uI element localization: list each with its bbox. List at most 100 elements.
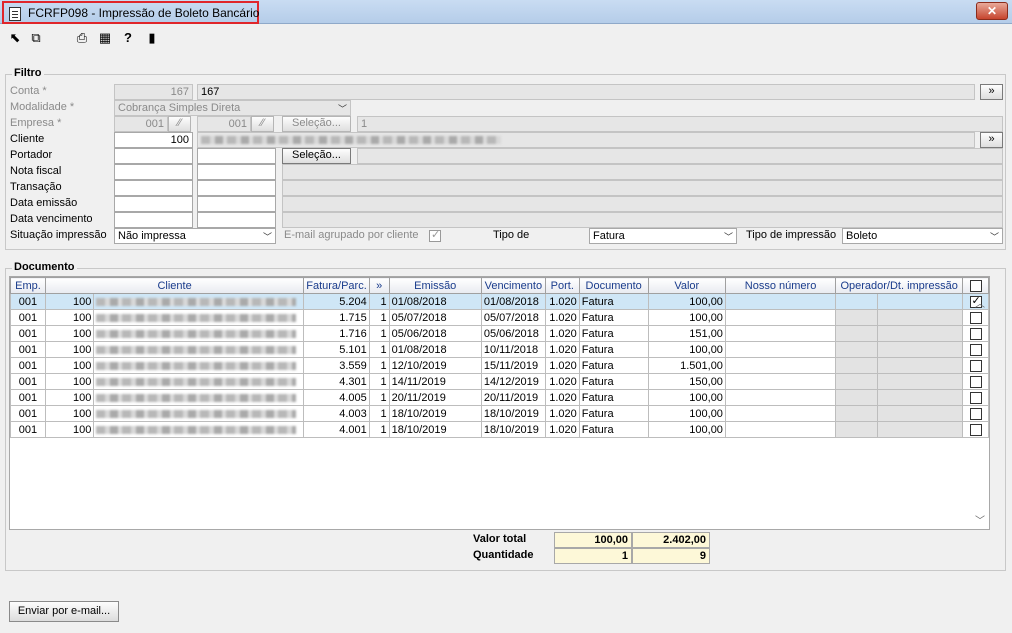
cell-nosso-numero	[724, 421, 837, 438]
cell-documento: Fatura	[578, 357, 649, 374]
table-row[interactable]: 001 100 5.101 1 01/08/2018 10/11/2018 1.…	[10, 341, 989, 358]
arrow-out-icon[interactable]: ⬉	[7, 30, 23, 46]
cell-cliente-name	[93, 389, 305, 406]
table-row[interactable]: 001 100 5.204 1 01/08/2018 01/08/2018 1.…	[10, 293, 989, 310]
cell-dt-impressao	[877, 341, 964, 358]
help-icon[interactable]: ?	[120, 30, 136, 46]
conta-more-button[interactable]: »	[980, 84, 1003, 100]
nota-fiscal-desc-field	[282, 164, 1003, 180]
redacted-text	[96, 377, 297, 386]
cliente-name-field	[197, 132, 975, 148]
cell-nosso-numero	[724, 309, 837, 326]
cell-port: 1.020	[544, 357, 580, 374]
cell-cliente-name	[93, 325, 305, 342]
col-emp[interactable]: Emp.	[10, 277, 46, 294]
cell-valor: 100,00	[647, 293, 726, 310]
col-expand[interactable]: »	[368, 277, 390, 294]
copy-icon[interactable]: ⧉	[28, 30, 44, 46]
redacted-text	[96, 361, 297, 370]
col-nosso-numero[interactable]: Nosso número	[724, 277, 837, 294]
cell-valor: 100,00	[647, 421, 726, 438]
data-emissao-label: Data emissão	[10, 197, 78, 209]
nota-fiscal-to-field[interactable]	[197, 164, 276, 180]
cell-dt-impressao	[877, 325, 964, 342]
cell-dt-impressao	[877, 421, 964, 438]
toolbar: ⬉ ⧉ ⎙ ▦ ? ▮	[0, 28, 1012, 50]
cliente-more-button[interactable]: »	[980, 132, 1003, 148]
cell-nosso-numero	[724, 405, 837, 422]
nota-fiscal-from-field[interactable]	[114, 164, 193, 180]
cell-operador	[835, 293, 879, 310]
col-fatura[interactable]: Fatura/Parc.	[303, 277, 370, 294]
tipo-de-select[interactable]: Fatura ﹀	[589, 228, 737, 244]
table-row[interactable]: 001 100 4.001 1 18/10/2019 18/10/2019 1.…	[10, 421, 989, 438]
transacao-desc-field	[282, 180, 1003, 196]
portador-selecao-button[interactable]: Seleção...	[282, 148, 351, 164]
grid-icon[interactable]: ▦	[97, 30, 113, 46]
col-documento[interactable]: Documento	[578, 277, 649, 294]
conta-label: Conta *	[10, 85, 47, 97]
cell-nosso-numero	[724, 341, 837, 358]
scroll-up-icon[interactable]: ︿	[975, 295, 985, 310]
cell-vencimento: 05/07/2018	[480, 309, 546, 326]
cell-dt-impressao	[877, 373, 964, 390]
cell-emissao: 14/11/2019	[388, 373, 482, 390]
cell-cliente-name	[93, 405, 305, 422]
transacao-from-field[interactable]	[114, 180, 193, 196]
situacao-select[interactable]: Não impressa ﹀	[114, 228, 276, 244]
cell-dt-impressao	[877, 357, 964, 374]
col-cliente[interactable]: Cliente	[44, 277, 305, 294]
data-emissao-to-field[interactable]	[197, 196, 276, 212]
send-email-button[interactable]: Enviar por e-mail...	[9, 601, 119, 622]
table-row[interactable]: 001 100 1.715 1 05/07/2018 05/07/2018 1.…	[10, 309, 989, 326]
cell-emissao: 05/07/2018	[388, 309, 482, 326]
data-vencimento-from-field[interactable]	[114, 212, 193, 228]
table-row[interactable]: 001 100 3.559 1 12/10/2019 15/11/2019 1.…	[10, 357, 989, 374]
cell-vencimento: 18/10/2019	[480, 421, 546, 438]
cell-emissao: 12/10/2019	[388, 357, 482, 374]
data-emissao-from-field[interactable]	[114, 196, 193, 212]
transacao-to-field[interactable]	[197, 180, 276, 196]
tipo-impressao-select[interactable]: Boleto ﹀	[842, 228, 1003, 244]
documents-table: Emp. Cliente Fatura/Parc. » Emissão Venc…	[10, 277, 989, 438]
cell-port: 1.020	[544, 389, 580, 406]
col-vencimento[interactable]: Vencimento	[480, 277, 546, 294]
col-select-all[interactable]	[962, 277, 989, 294]
table-row[interactable]: 001 100 4.003 1 18/10/2019 18/10/2019 1.…	[10, 405, 989, 422]
col-valor[interactable]: Valor	[647, 277, 726, 294]
valor-total-label: Valor total	[473, 533, 527, 545]
print-icon[interactable]: ⎙	[74, 30, 90, 46]
close-button[interactable]: ✕	[976, 2, 1008, 20]
col-port[interactable]: Port.	[544, 277, 580, 294]
cell-fatura: 4.005	[303, 389, 370, 406]
empresa-selecao-button: Seleção...	[282, 116, 351, 132]
cell-fatura: 3.559	[303, 357, 370, 374]
cell-dt-impressao	[877, 389, 964, 406]
portador-to-field[interactable]	[197, 148, 276, 164]
redacted-text	[96, 393, 297, 402]
cell-vencimento: 20/11/2019	[480, 389, 546, 406]
cell-fatura: 1.715	[303, 309, 370, 326]
cell-parc: 1	[368, 373, 390, 390]
cell-documento: Fatura	[578, 341, 649, 358]
cliente-code-field[interactable]: 100	[114, 132, 193, 148]
table-row[interactable]: 001 100 1.716 1 05/06/2018 05/06/2018 1.…	[10, 325, 989, 342]
table-row[interactable]: 001 100 4.005 1 20/11/2019 20/11/2019 1.…	[10, 389, 989, 406]
documento-group-label: Documento	[12, 261, 77, 273]
empresa-to-search-button: ⁄⁄	[251, 116, 274, 132]
select-all-checkbox[interactable]	[969, 279, 982, 292]
vertical-scrollbar[interactable]: ︿ ﹀	[972, 293, 989, 529]
table-row[interactable]: 001 100 4.301 1 14/11/2019 14/12/2019 1.…	[10, 373, 989, 390]
window-title: FCRFP098 - Impressão de Boleto Bancário	[28, 6, 260, 20]
redacted-text	[96, 313, 297, 322]
col-operador[interactable]: Operador/Dt. impressão	[835, 277, 964, 294]
col-emissao[interactable]: Emissão	[388, 277, 482, 294]
redacted-text	[96, 297, 297, 306]
documents-grid[interactable]: Emp. Cliente Fatura/Parc. » Emissão Venc…	[9, 276, 990, 530]
scroll-down-icon[interactable]: ﹀	[975, 512, 985, 527]
data-vencimento-to-field[interactable]	[197, 212, 276, 228]
modalidade-value: Cobrança Simples Direta	[118, 102, 241, 114]
exit-door-icon[interactable]: ▮	[144, 30, 160, 46]
portador-from-field[interactable]	[114, 148, 193, 164]
cell-dt-impressao	[877, 293, 964, 310]
